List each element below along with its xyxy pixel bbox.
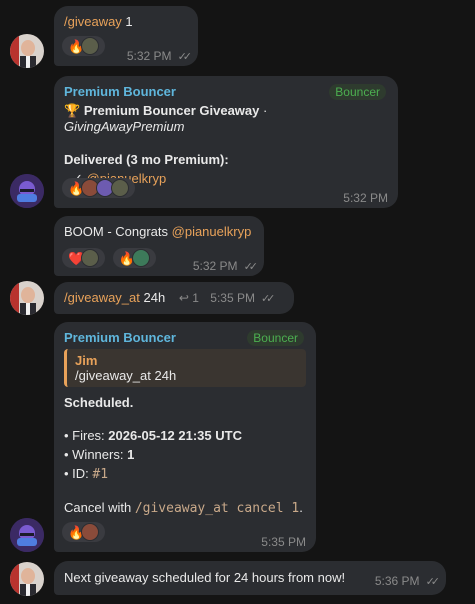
message-meta: 5:36 PM ✓✓ — [374, 573, 441, 588]
scheduled-label: Scheduled. — [64, 395, 134, 410]
avatar-jim-icon — [10, 562, 44, 596]
reaction-fire[interactable]: 🔥 — [62, 178, 136, 198]
title-text: Premium Bouncer Giveaway — [83, 103, 260, 118]
reaction-fire[interactable]: 🔥 — [112, 248, 156, 268]
message-giveaway-result[interactable]: Premium Bouncer Bouncer 🏆 Premium Bounce… — [54, 76, 398, 208]
reactor-avatar — [132, 249, 150, 267]
id-value[interactable]: #1 — [92, 467, 108, 482]
command-arg: 1 — [121, 14, 133, 29]
reactor-avatar — [111, 179, 130, 197]
id-line: • ID: #1 — [64, 466, 306, 482]
message-text: BOOM - Congrats @pianuelkryp — [64, 224, 254, 239]
read-checks-icon: ✓✓ — [260, 293, 276, 305]
message-text: Next giveaway scheduled for 24 hours fro… — [64, 570, 346, 585]
message-time: 5:32 PM — [192, 259, 238, 273]
trophy-icon: 🏆 — [64, 103, 81, 118]
cancel-suffix: . — [299, 500, 303, 515]
fires-label: • Fires: — [64, 428, 109, 443]
fires-value: 2026-05-12 21:35 UTC — [108, 428, 242, 443]
reaction-fire[interactable]: 🔥 — [62, 522, 106, 542]
avatar-jim[interactable] — [10, 562, 44, 596]
command-link[interactable]: /giveaway_at — [64, 290, 140, 305]
message-giveaway-command[interactable]: /giveaway 1 🔥 5:32 PM ✓✓ — [54, 6, 198, 66]
message-time: 5:35 PM — [261, 535, 306, 549]
cancel-command[interactable]: /giveaway_at cancel 1 — [135, 501, 299, 516]
reactions-row: 🔥 — [62, 522, 109, 542]
message-meta: 5:32 PM ✓✓ — [192, 258, 259, 273]
title-separator: · — [259, 103, 268, 118]
command-link[interactable]: /giveaway — [64, 14, 122, 29]
message-time: 5:32 PM — [343, 191, 388, 205]
avatar-jim-icon — [10, 34, 44, 68]
giveaway-title: 🏆 Premium Bouncer Giveaway · GivingAwayP… — [64, 103, 388, 134]
winners-label: • Winners: — [64, 447, 128, 462]
message-time: 5:35 PM — [210, 291, 255, 305]
command-arg: 24h — [139, 290, 166, 305]
replies-indicator[interactable]: ↩ 1 — [179, 291, 202, 305]
reply-icon: ↩ — [178, 291, 189, 305]
message-text: /giveaway 1 — [64, 14, 188, 29]
delivered-label: Delivered (3 mo Premium): — [64, 152, 229, 167]
reactor-avatar — [81, 523, 100, 541]
winners-value: 1 — [127, 447, 135, 462]
reactor-avatar — [81, 37, 100, 55]
message-time: 5:32 PM — [126, 49, 172, 63]
read-checks-icon: ✓✓ — [243, 261, 259, 273]
message-meta: 5:32 PM ✓✓ — [126, 48, 193, 63]
bot-avatar-icon — [10, 174, 44, 208]
message-time: 5:36 PM — [374, 574, 420, 588]
quote-text: /giveaway_at 24h — [75, 368, 177, 383]
avatar-jim[interactable] — [10, 34, 44, 68]
avatar-jim-icon — [10, 281, 44, 315]
read-checks-icon: ✓✓ — [177, 51, 193, 63]
avatar-premium-bouncer[interactable] — [10, 174, 44, 208]
message-giveaway-at-command[interactable]: /giveaway_at 24h ↩ 1 5:35 PM ✓✓ — [54, 282, 294, 314]
winners-line: • Winners: 1 — [64, 447, 306, 462]
reactions-row: 🔥 — [62, 36, 109, 56]
reply-count: 1 — [192, 291, 199, 305]
message-congrats[interactable]: BOOM - Congrats @pianuelkryp ❤️ 🔥 5:32 P… — [54, 216, 264, 276]
title-handle: GivingAwayPremium — [64, 119, 185, 134]
message-meta: 5:35 PM — [261, 534, 306, 549]
bot-avatar-icon — [10, 518, 44, 552]
reply-quote[interactable]: Jim /giveaway_at 24h — [64, 349, 306, 387]
fires-line: • Fires: 2026-05-12 21:35 UTC — [64, 428, 306, 443]
bot-tag-badge: Bouncer — [329, 84, 386, 100]
quote-author: Jim — [75, 353, 98, 368]
reactions-row: 🔥 — [62, 178, 139, 198]
reaction-heart[interactable]: ❤️ — [62, 248, 106, 268]
message-meta: 5:32 PM — [343, 190, 388, 205]
avatar-premium-bouncer[interactable] — [10, 518, 44, 552]
message-scheduled[interactable]: Premium Bouncer Bouncer Jim /giveaway_at… — [54, 322, 316, 552]
avatar-jim[interactable] — [10, 281, 44, 315]
message-next-giveaway[interactable]: Next giveaway scheduled for 24 hours fro… — [54, 561, 446, 595]
congrats-text: BOOM - Congrats — [64, 224, 172, 239]
id-label: • ID: — [64, 466, 93, 481]
reactions-row: ❤️ 🔥 — [62, 248, 160, 268]
read-checks-icon: ✓✓ — [425, 576, 441, 588]
cancel-prefix: Cancel with — [64, 500, 135, 515]
congrats-mention[interactable]: @pianuelkryp — [172, 224, 252, 239]
cancel-line: Cancel with /giveaway_at cancel 1. — [64, 500, 306, 516]
reaction-fire[interactable]: 🔥 — [62, 36, 106, 56]
reactor-avatar — [81, 249, 100, 267]
bot-tag-badge: Bouncer — [247, 330, 304, 346]
